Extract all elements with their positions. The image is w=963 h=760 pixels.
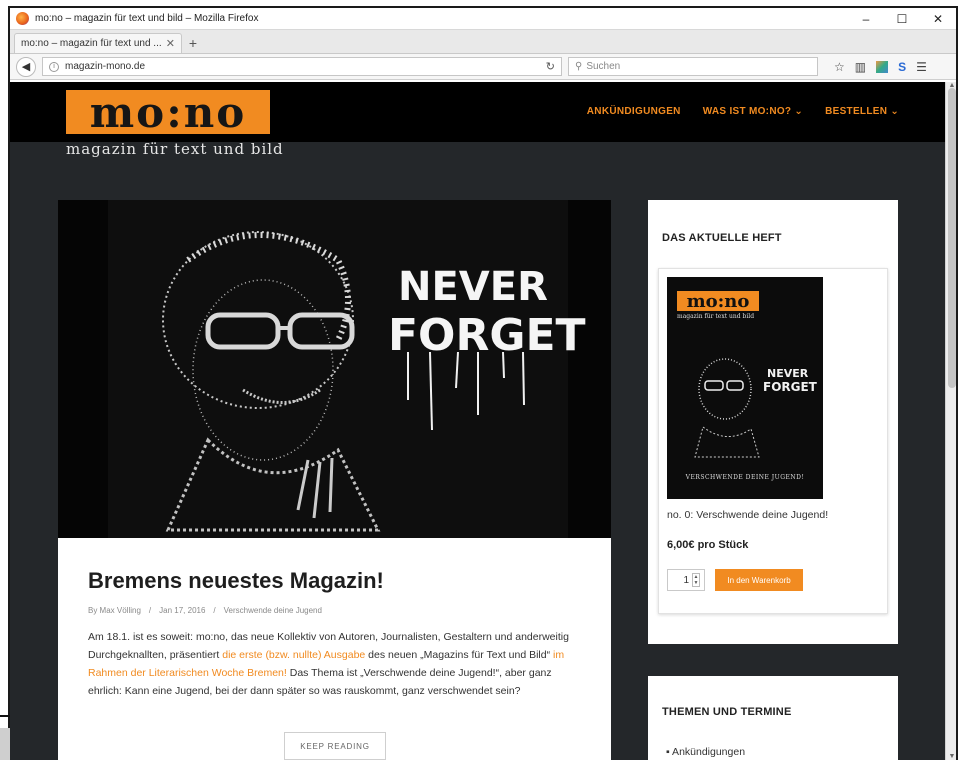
search-input[interactable]: ⚲ Suchen [568, 57, 818, 76]
widget-title: DAS AKTUELLE HEFT [662, 232, 782, 244]
window-title: mo:no – magazin für text und bild – Mozi… [35, 13, 259, 24]
quantity-stepper[interactable]: 1 ▲ ▼ [667, 569, 705, 591]
search-placeholder: Suchen [586, 61, 621, 72]
title-bar: mo:no – magazin für text und bild – Mozi… [10, 8, 956, 30]
nav-bestellen[interactable]: BESTELLEN ⌄ [825, 106, 899, 117]
close-tab-icon[interactable]: ✕ [166, 37, 175, 50]
product-name[interactable]: no. 0: Verschwende deine Jugend! [667, 509, 828, 521]
cover-never: NEVER [767, 367, 809, 380]
nav-was-ist-mono[interactable]: WAS IST MO:NO? ⌄ [703, 106, 803, 117]
menu-icon[interactable]: ☰ [916, 60, 927, 74]
widget-title: THEMEN UND TERMINE [662, 706, 792, 718]
post-meta: By Max Völling / Jan 17, 2016 / Verschwe… [88, 606, 322, 615]
post-excerpt: Am 18.1. ist es soweit: mo:no, das neue … [88, 628, 588, 700]
scroll-down-icon[interactable]: ▼ [946, 753, 956, 760]
cover-forget: FORGET [763, 380, 818, 394]
site-tagline: magazin für text und bild [66, 140, 284, 158]
product-card: mo:no magazin für text und bild NEVER FO… [658, 268, 888, 614]
site-logo[interactable]: mo:no [66, 88, 270, 137]
post-date[interactable]: Jan 17, 2016 [159, 606, 205, 615]
post-author[interactable]: By Max Völling [88, 606, 141, 615]
post-title[interactable]: Bremens neuestes Magazin! [88, 568, 384, 594]
tab-mono[interactable]: mo:no – magazin für text und ... ✕ [14, 33, 182, 53]
main-navigation: ANKÜNDIGUNGEN WAS IST MO:NO? ⌄ BESTELLEN… [587, 106, 899, 117]
hero-image[interactable]: NEVER FORGET [58, 200, 611, 538]
excerpt-link-issue[interactable]: die erste (bzw. nullte) Ausgabe [222, 649, 365, 661]
post-card: Bremens neuestes Magazin! By Max Völling… [58, 538, 611, 760]
product-price: 6,00€ pro Stück [667, 539, 749, 551]
issue-cover-image[interactable]: mo:no magazin für text und bild NEVER FO… [667, 277, 823, 499]
page-scrollbar[interactable]: ▲ ▼ [945, 82, 956, 760]
graffiti-portrait-illustration: NEVER FORGET [58, 200, 611, 538]
graffiti-text-never: NEVER [398, 264, 548, 310]
new-tab-button[interactable]: + [182, 33, 204, 53]
topics-widget: THEMEN UND TERMINE ▪ Ankündigungen [648, 676, 898, 760]
current-issue-widget: DAS AKTUELLE HEFT mo:no magazin für text… [648, 200, 898, 644]
toolbar-icons: ☆ ▥ S ☰ [834, 60, 927, 74]
graffiti-text-forget: FORGET [388, 310, 586, 361]
reload-icon[interactable]: ↻ [546, 60, 555, 73]
desktop-edge-line [0, 715, 10, 717]
add-to-cart-button[interactable]: In den Warenkorb [715, 569, 803, 591]
keep-reading-button[interactable]: KEEP READING [284, 732, 386, 760]
info-icon[interactable]: i [49, 61, 59, 72]
tab-bar: mo:no – magazin für text und ... ✕ + [10, 30, 956, 54]
quantity-value[interactable]: 1 [683, 575, 689, 586]
bookmark-star-icon[interactable]: ☆ [834, 60, 845, 74]
site-header: mo:no ANKÜNDIGUNGEN WAS IST MO:NO? ⌄ BES… [10, 82, 945, 142]
back-button[interactable]: ◀ [16, 56, 36, 77]
search-icon: ⚲ [575, 61, 583, 72]
cover-illustration: NEVER FORGET [694, 358, 818, 458]
nav-ankuendigungen[interactable]: ANKÜNDIGUNGEN [587, 106, 681, 117]
close-button[interactable]: ✕ [920, 8, 956, 30]
meta-separator: / [148, 606, 152, 615]
spinner-arrows-icon[interactable]: ▲ ▼ [692, 573, 700, 587]
extension-icon[interactable] [876, 60, 889, 73]
topic-link-ankuendigungen[interactable]: ▪ Ankündigungen [666, 746, 745, 758]
minimize-button[interactable]: – [848, 8, 884, 30]
library-icon[interactable]: ▥ [855, 60, 866, 74]
url-text[interactable]: magazin-mono.de [65, 61, 546, 72]
firefox-icon [16, 12, 29, 25]
navigation-toolbar: ◀ i magazin-mono.de ↻ ⚲ Suchen ☆ ▥ S ☰ [10, 54, 956, 80]
scrollbar-thumb[interactable] [948, 88, 956, 388]
cover-footer-text: VERSCHWENDE DEINE JUGEND! [685, 474, 805, 481]
maximize-button[interactable]: ☐ [884, 8, 920, 30]
skype-extension-icon[interactable]: S [898, 60, 906, 74]
excerpt-text: des neuen „Magazins für Text und Bild“ [365, 649, 554, 661]
browser-window: mo:no – magazin für text und bild – Mozi… [8, 6, 958, 760]
page-viewport: mo:no ANKÜNDIGUNGEN WAS IST MO:NO? ⌄ BES… [10, 82, 945, 760]
post-category[interactable]: Verschwende deine Jugend [224, 606, 322, 615]
desktop-background [0, 728, 10, 760]
url-bar[interactable]: i magazin-mono.de ↻ [42, 57, 562, 76]
tab-label: mo:no – magazin für text und ... [21, 38, 162, 49]
meta-separator: / [213, 606, 216, 615]
